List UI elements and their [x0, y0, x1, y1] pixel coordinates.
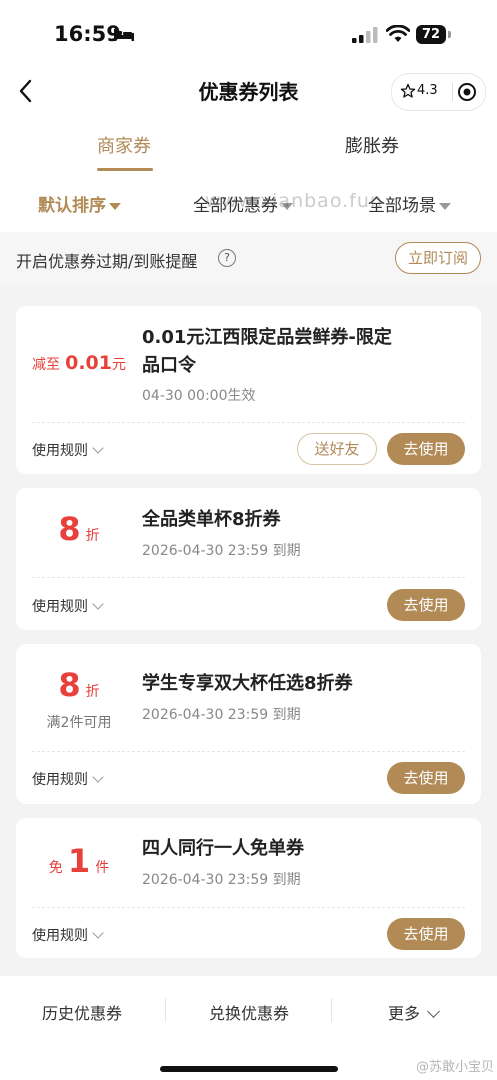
- caret-down-icon: [439, 202, 451, 210]
- coupon-title: 学生专享双大杯任选8折券: [142, 673, 353, 694]
- more-menu-label: 更多: [388, 1004, 421, 1023]
- weibo-watermark: @苏敢小宝贝: [416, 1060, 495, 1075]
- status-bar: 16:59 72: [0, 0, 497, 70]
- target-icon[interactable]: [457, 82, 477, 102]
- use-coupon-button[interactable]: 去使用: [387, 918, 465, 950]
- usage-rules-label: 使用规则: [32, 772, 88, 788]
- wifi-icon: [386, 25, 410, 42]
- usage-rules-toggle[interactable]: 使用规则: [32, 769, 104, 789]
- use-coupon-button[interactable]: 去使用: [387, 433, 465, 465]
- chevron-down-icon: [92, 442, 104, 454]
- coupon-card: 8 折 全品类单杯8折券 2026-04-30 23:59 到期 使用规则 去使…: [16, 488, 481, 630]
- sort-filter[interactable]: 默认排序: [38, 191, 121, 216]
- bottom-divider: [331, 998, 332, 1022]
- mini-program-capsule: 4.3: [391, 73, 486, 111]
- coupon-card: 免 1 件 四人同行一人免单券 2026-04-30 23:59 到期 使用规则…: [16, 818, 481, 958]
- coupon-validity: 2026-04-30 23:59 到期: [142, 872, 301, 888]
- status-time: 16:59: [54, 22, 121, 46]
- coupon-value-amount: 8: [58, 510, 81, 548]
- subscribe-button[interactable]: 立即订阅: [395, 242, 481, 274]
- usage-rules-toggle[interactable]: 使用规则: [32, 440, 104, 460]
- history-coupons-link[interactable]: 历史优惠券: [42, 1000, 122, 1024]
- chevron-down-icon: [427, 1005, 440, 1018]
- coupon-title: 全品类单杯8折券: [142, 509, 281, 530]
- use-coupon-button[interactable]: 去使用: [387, 762, 465, 794]
- chevron-down-icon: [92, 927, 104, 939]
- coupon-title: 四人同行一人免单券: [142, 838, 304, 859]
- coupon-value-unit: 件: [95, 860, 110, 876]
- tab-expansion-coupons[interactable]: 膨胀券: [345, 132, 399, 158]
- coupon-title: 0.01元江西限定品尝鲜券-限定 品口令: [142, 324, 392, 380]
- usage-rules-label: 使用规则: [32, 928, 88, 944]
- chevron-down-icon: [92, 598, 104, 610]
- coupon-value-amount: 1: [67, 842, 91, 880]
- coupon-tabs: 商家券 膨胀券: [0, 118, 497, 174]
- usage-rules-toggle[interactable]: 使用规则: [32, 925, 104, 945]
- card-divider: [32, 422, 465, 423]
- card-divider: [32, 577, 465, 578]
- sort-filter-label: 默认排序: [38, 196, 106, 216]
- signal-icon: [352, 27, 378, 43]
- chevron-down-icon: [92, 771, 104, 783]
- home-indicator: [160, 1066, 338, 1072]
- battery-tip: [448, 31, 451, 38]
- caret-down-icon: [109, 202, 121, 210]
- usage-rules-toggle[interactable]: 使用规则: [32, 596, 104, 616]
- coupon-value: 免 1 件: [16, 842, 142, 880]
- coupon-value-prefix: 免: [48, 860, 63, 876]
- coupon-value: 8 折: [16, 510, 142, 548]
- card-divider: [32, 751, 465, 752]
- coupon-value-amount: 0.01: [65, 352, 112, 374]
- tab-merchant-coupons[interactable]: 商家券: [97, 132, 151, 158]
- reminder-text: 开启优惠券过期/到账提醒: [16, 252, 198, 271]
- capsule-divider: [452, 83, 453, 101]
- coupon-condition: 满2件可用: [46, 715, 112, 731]
- watermark-text: www.xianbao.fun: [205, 190, 383, 212]
- more-menu[interactable]: 更多: [388, 1000, 440, 1024]
- coupon-title-line1: 0.01元江西限定品尝鲜券-限定: [142, 327, 392, 348]
- coupon-value-unit: 折: [85, 528, 100, 544]
- battery-indicator: 72: [416, 25, 446, 44]
- coupon-value-unit: 折: [85, 684, 100, 700]
- coupon-value-prefix: 减至: [32, 357, 60, 373]
- usage-rules-label: 使用规则: [32, 599, 88, 615]
- nav-bar: 优惠券列表 4.3: [0, 70, 497, 118]
- reminder-banner: 开启优惠券过期/到账提醒 ? 立即订阅: [0, 232, 497, 284]
- bottom-bar: 历史优惠券 兑换优惠券 更多 @苏敢小宝贝: [0, 976, 497, 1080]
- coupon-validity: 2026-04-30 23:59 到期: [142, 707, 301, 723]
- active-tab-indicator: [97, 168, 153, 171]
- sleep-mode-icon: [114, 29, 134, 41]
- help-icon[interactable]: ?: [218, 249, 236, 267]
- coupon-validity: 2026-04-30 23:59 到期: [142, 543, 301, 559]
- star-icon[interactable]: [400, 83, 416, 99]
- bottom-divider: [165, 998, 166, 1022]
- redeem-coupons-link[interactable]: 兑换优惠券: [209, 1000, 289, 1024]
- coupon-card: 8 折 满2件可用 学生专享双大杯任选8折券 2026-04-30 23:59 …: [16, 644, 481, 804]
- usage-rules-label: 使用规则: [32, 443, 88, 459]
- coupon-value-amount: 8: [58, 666, 81, 704]
- gift-to-friend-button[interactable]: 送好友: [297, 433, 377, 465]
- card-divider: [32, 907, 465, 908]
- coupon-value: 8 折: [16, 666, 142, 704]
- coupon-card: 减至 0.01元 0.01元江西限定品尝鲜券-限定 品口令 04-30 00:0…: [16, 306, 481, 474]
- coupon-validity: 04-30 00:00生效: [142, 388, 256, 404]
- coupon-value: 减至 0.01元: [16, 352, 142, 374]
- use-coupon-button[interactable]: 去使用: [387, 589, 465, 621]
- coupon-title-line2: 品口令: [142, 355, 196, 376]
- rating-value[interactable]: 4.3: [417, 83, 438, 98]
- coupon-value-unit: 元: [111, 357, 126, 373]
